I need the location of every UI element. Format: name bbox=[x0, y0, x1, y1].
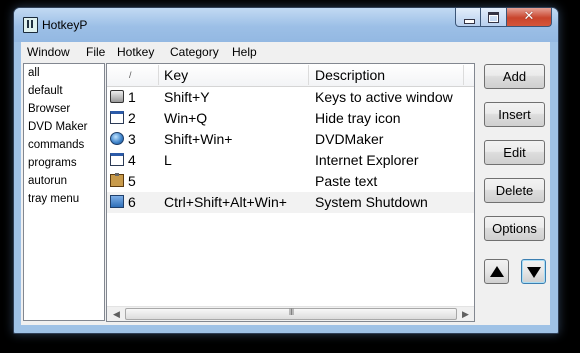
minimize-button[interactable] bbox=[455, 8, 481, 27]
column-separator[interactable] bbox=[308, 65, 309, 85]
hotkey-description: Keys to active window bbox=[315, 89, 453, 105]
add-button[interactable]: Add bbox=[484, 64, 545, 89]
arrow-down-icon bbox=[527, 267, 541, 278]
client-area: all default Browser DVD Maker commands p… bbox=[21, 61, 550, 325]
category-item-dvd-maker[interactable]: DVD Maker bbox=[28, 118, 87, 136]
delete-button[interactable]: Delete bbox=[484, 178, 545, 203]
scroll-right-arrow-icon[interactable]: ▶ bbox=[457, 307, 474, 321]
close-icon: ✕ bbox=[523, 9, 535, 24]
column-separator[interactable] bbox=[463, 65, 464, 85]
arrow-up-icon bbox=[490, 266, 504, 277]
hotkey-row[interactable]: 1 Shift+Y Keys to active window bbox=[107, 87, 474, 108]
hotkey-key: Shift+Win+ bbox=[164, 131, 233, 147]
menu-window[interactable]: Window bbox=[27, 45, 70, 59]
maximize-icon bbox=[488, 12, 499, 23]
list-header: / Key Description bbox=[107, 64, 474, 87]
hotkey-description: System Shutdown bbox=[315, 194, 428, 210]
column-header-key[interactable]: Key bbox=[164, 64, 188, 86]
clipboard-icon bbox=[110, 173, 124, 187]
hotkey-row[interactable]: 3 Shift+Win+ DVDMaker bbox=[107, 129, 474, 150]
menu-bar: Window File Hotkey Category Help bbox=[21, 42, 550, 62]
category-item-commands[interactable]: commands bbox=[28, 136, 84, 154]
hotkey-description: Hide tray icon bbox=[315, 110, 401, 126]
category-item-all[interactable]: all bbox=[28, 64, 40, 82]
hotkey-number: 3 bbox=[128, 131, 136, 147]
hotkey-row[interactable]: 2 Win+Q Hide tray icon bbox=[107, 108, 474, 129]
column-separator[interactable] bbox=[158, 65, 159, 85]
options-button[interactable]: Options bbox=[484, 216, 545, 241]
hotkey-key: Win+Q bbox=[164, 110, 208, 126]
category-list[interactable]: all default Browser DVD Maker commands p… bbox=[23, 63, 105, 321]
edit-button[interactable]: Edit bbox=[484, 140, 545, 165]
hotkey-key: Ctrl+Shift+Alt+Win+ bbox=[164, 194, 287, 210]
maximize-button[interactable] bbox=[481, 8, 507, 27]
category-item-default[interactable]: default bbox=[28, 82, 63, 100]
hotkey-description: Internet Explorer bbox=[315, 152, 419, 168]
category-item-browser[interactable]: Browser bbox=[28, 100, 70, 118]
horizontal-scrollbar[interactable]: ◀ III ▶ bbox=[107, 306, 474, 321]
scrollbar-grip: III bbox=[288, 307, 295, 317]
hotkey-row[interactable]: 6 Ctrl+Shift+Alt+Win+ System Shutdown bbox=[107, 192, 474, 213]
menu-category[interactable]: Category bbox=[170, 45, 219, 59]
hotkey-key: L bbox=[164, 152, 172, 168]
column-header-number[interactable]: / bbox=[129, 64, 132, 86]
main-window: HotkeyP ✕ Window File Hotkey Category He… bbox=[13, 7, 559, 334]
hotkey-row[interactable]: 5 Paste text bbox=[107, 171, 474, 192]
hotkey-number: 6 bbox=[128, 194, 136, 210]
hotkey-key: Shift+Y bbox=[164, 89, 210, 105]
hotkey-number: 1 bbox=[128, 89, 136, 105]
window-icon bbox=[110, 111, 124, 124]
move-up-button[interactable] bbox=[484, 259, 509, 284]
scroll-left-arrow-icon[interactable]: ◀ bbox=[108, 307, 125, 321]
hotkeyp-app-icon[interactable] bbox=[23, 17, 38, 33]
hotkey-number: 4 bbox=[128, 152, 136, 168]
category-item-programs[interactable]: programs bbox=[28, 154, 77, 172]
insert-button[interactable]: Insert bbox=[484, 102, 545, 127]
close-button[interactable]: ✕ bbox=[507, 8, 552, 27]
category-item-tray-menu[interactable]: tray menu bbox=[28, 190, 79, 208]
menu-help[interactable]: Help bbox=[232, 45, 257, 59]
keyboard-icon bbox=[110, 90, 124, 103]
hotkey-description: DVDMaker bbox=[315, 131, 384, 147]
hotkey-number: 2 bbox=[128, 110, 136, 126]
window-icon bbox=[110, 153, 124, 166]
scrollbar-thumb[interactable]: III bbox=[125, 307, 457, 320]
hotkey-number: 5 bbox=[128, 173, 136, 189]
hotkey-row[interactable]: 4 L Internet Explorer bbox=[107, 150, 474, 171]
title-bar[interactable]: HotkeyP ✕ bbox=[14, 8, 558, 42]
minimize-icon bbox=[464, 19, 475, 24]
menu-file[interactable]: File bbox=[86, 45, 105, 59]
move-down-button[interactable] bbox=[521, 259, 546, 284]
hotkey-list[interactable]: / Key Description 1 Shift+Y Keys to acti… bbox=[106, 63, 475, 322]
category-item-autorun[interactable]: autorun bbox=[28, 172, 67, 190]
computer-icon bbox=[110, 195, 124, 208]
hotkey-description: Paste text bbox=[315, 173, 378, 189]
dvd-icon bbox=[110, 132, 124, 145]
menu-hotkey[interactable]: Hotkey bbox=[117, 45, 154, 59]
column-header-description[interactable]: Description bbox=[315, 64, 385, 86]
window-title: HotkeyP bbox=[42, 18, 88, 32]
